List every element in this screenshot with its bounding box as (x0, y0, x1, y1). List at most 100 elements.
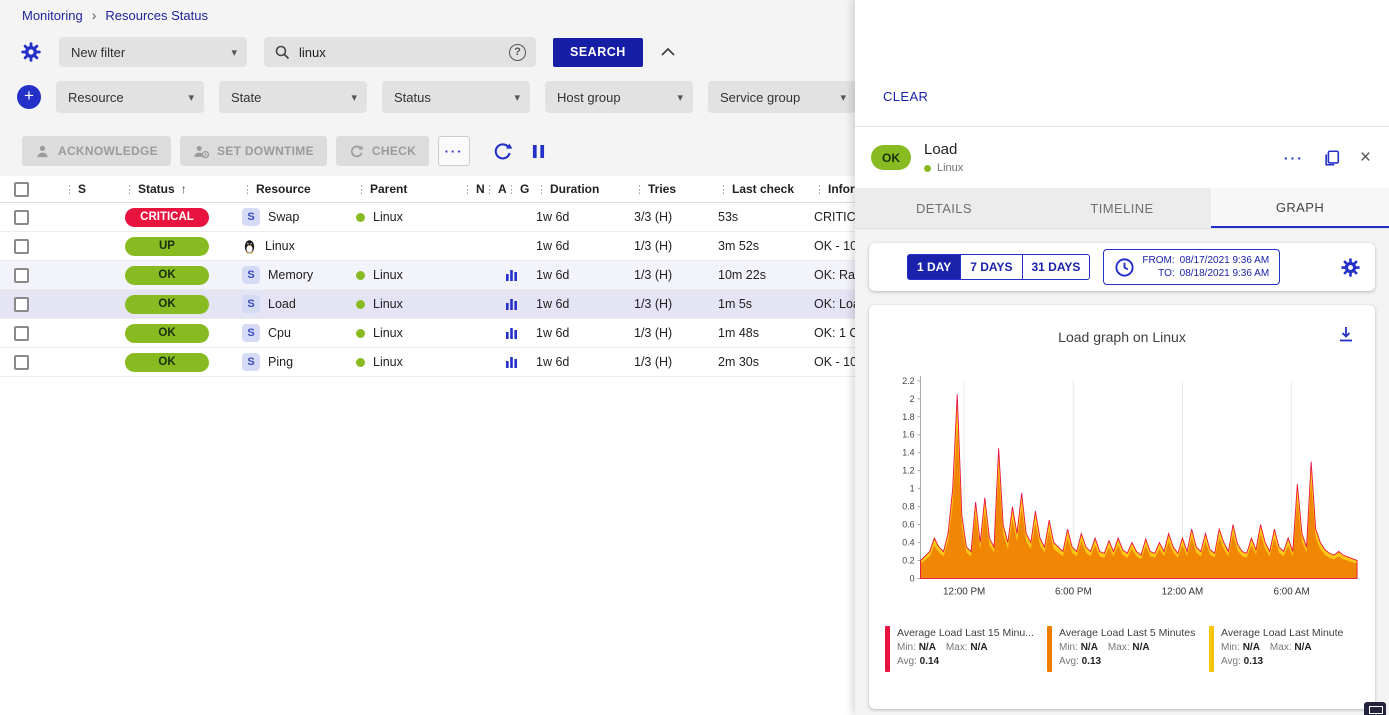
resource-name: Ping (268, 355, 293, 369)
svg-text:0.8: 0.8 (902, 502, 914, 512)
panel-tabs: DETAILS TIMELINE GRAPH (855, 188, 1389, 229)
filter-settings-gear-icon[interactable] (20, 41, 42, 63)
search-input[interactable]: linux ? (264, 37, 536, 67)
legend-item-load-1min[interactable]: Average Load Last Minute Min: N/AMax: N/… (1209, 626, 1365, 672)
sort-asc-icon[interactable]: ↑ (181, 182, 187, 196)
graph-icon[interactable] (506, 327, 518, 339)
refresh-icon[interactable] (493, 141, 513, 161)
row-checkbox[interactable] (14, 268, 29, 283)
drag-handle-icon[interactable]: ⋮ (462, 183, 473, 196)
service-icon: S (242, 353, 260, 371)
drag-handle-icon[interactable]: ⋮ (536, 183, 547, 196)
close-icon[interactable]: × (1360, 148, 1371, 167)
information-cell: OK - 10 (814, 239, 855, 253)
column-header-notes[interactable]: ⋮N (462, 182, 484, 196)
column-header-last-check[interactable]: ⋮Last check (718, 182, 814, 196)
graph-icon[interactable] (506, 269, 518, 281)
clear-filters-button[interactable]: CLEAR (883, 89, 928, 104)
pause-icon[interactable] (532, 144, 545, 159)
drag-handle-icon[interactable]: ⋮ (124, 183, 135, 196)
resource-filter-select[interactable]: Resource▾ (56, 81, 204, 113)
table-row-load[interactable]: OK SLoad Linux 1w 6d 1/3 (H) 1m 5s OK: L… (0, 290, 855, 319)
tab-graph[interactable]: GRAPH (1211, 188, 1389, 228)
panel-more-icon[interactable]: ··· (1284, 150, 1304, 166)
more-actions-button[interactable]: ··· (438, 136, 470, 166)
parent-name: Linux (373, 326, 403, 340)
column-header-duration[interactable]: ⋮Duration (536, 182, 634, 196)
host-group-filter-select[interactable]: Host group▾ (545, 81, 693, 113)
drag-handle-icon[interactable]: ⋮ (356, 183, 367, 196)
legend-item-load-5min[interactable]: Average Load Last 5 Minutes Min: N/AMax:… (1047, 626, 1203, 672)
last-check-header-label: Last check (732, 182, 794, 196)
select-all-checkbox[interactable] (14, 182, 29, 197)
row-checkbox[interactable] (14, 297, 29, 312)
column-header-resource[interactable]: ⋮Resource (242, 182, 356, 196)
g-header-label: G (520, 182, 529, 196)
column-header-action[interactable]: ⋮A (484, 182, 506, 196)
legend-item-load-15min[interactable]: Average Load Last 15 Minu... Min: N/AMax… (885, 626, 1041, 672)
drag-handle-icon[interactable]: ⋮ (64, 183, 75, 196)
row-checkbox[interactable] (14, 210, 29, 225)
copy-link-icon[interactable] (1323, 149, 1341, 167)
graph-icon[interactable] (506, 298, 518, 310)
drag-handle-icon[interactable]: ⋮ (506, 183, 517, 196)
period-1-day-button[interactable]: 1 DAY (907, 254, 961, 280)
drag-handle-icon[interactable]: ⋮ (814, 183, 825, 196)
check-button[interactable]: CHECK (336, 136, 429, 166)
period-7-days-button[interactable]: 7 DAYS (960, 254, 1022, 280)
row-checkbox[interactable] (14, 355, 29, 370)
graph-card: Load graph on Linux 12:00 PM6:00 PM12:00… (869, 305, 1375, 709)
collapse-filters-chevron-icon[interactable] (660, 47, 676, 57)
svg-text:0.2: 0.2 (902, 555, 914, 565)
status-badge: UP (125, 237, 209, 256)
status-filter-select[interactable]: Status▾ (382, 81, 530, 113)
column-header-tries[interactable]: ⋮Tries (634, 182, 718, 196)
column-header-status[interactable]: ⋮Status↑ (120, 182, 242, 196)
search-icon (274, 44, 290, 60)
drag-handle-icon[interactable]: ⋮ (634, 183, 645, 196)
saved-filter-select[interactable]: New filter ▾ (59, 37, 247, 67)
column-header-graph[interactable]: ⋮G (506, 182, 536, 196)
table-row-cpu[interactable]: OK SCpu Linux 1w 6d 1/3 (H) 1m 48s OK: 1… (0, 319, 855, 348)
saved-filter-value: New filter (71, 45, 125, 60)
time-range-picker[interactable]: FROM:08/17/2021 9:36 AM TO:08/18/2021 9:… (1103, 249, 1280, 285)
export-graph-icon[interactable] (1337, 325, 1355, 343)
last-check-cell: 10m 22s (718, 268, 814, 282)
legend-label: Average Load Last Minute (1221, 627, 1343, 639)
state-filter-select[interactable]: State▾ (219, 81, 367, 113)
row-checkbox[interactable] (14, 326, 29, 341)
parent-name: Linux (373, 297, 403, 311)
feedback-widget-icon[interactable] (1364, 702, 1386, 715)
table-row-swap[interactable]: CRITICAL SSwap Linux 1w 6d 3/3 (H) 53s C… (0, 203, 855, 232)
column-header-state[interactable]: ⋮S (50, 182, 120, 196)
set-downtime-button[interactable]: SET DOWNTIME (180, 136, 327, 166)
column-header-information[interactable]: ⋮Information (814, 182, 855, 196)
period-31-days-button[interactable]: 31 DAYS (1022, 254, 1091, 280)
service-icon: S (242, 266, 260, 284)
resource-name: Load (268, 297, 296, 311)
search-help-icon[interactable]: ? (509, 44, 526, 61)
table-row-linux-host[interactable]: UP Linux 1w 6d 1/3 (H) 3m 52s OK - 10 (0, 232, 855, 261)
tab-timeline[interactable]: TIMELINE (1033, 188, 1211, 228)
service-icon: S (242, 208, 260, 226)
panel-content: 1 DAY 7 DAYS 31 DAYS FROM:08/17/2021 9:3… (855, 229, 1389, 715)
load-area-chart[interactable]: 12:00 PM6:00 PM12:00 AM6:00 AM00.20.40.6… (879, 369, 1365, 618)
acknowledge-button[interactable]: ACKNOWLEDGE (22, 136, 171, 166)
information-cell: OK: Loa (814, 297, 855, 311)
legend-label: Average Load Last 15 Minu... (897, 627, 1034, 639)
table-row-memory[interactable]: OK SMemory Linux 1w 6d 1/3 (H) 10m 22s O… (0, 261, 855, 290)
row-checkbox[interactable] (14, 239, 29, 254)
drag-handle-icon[interactable]: ⋮ (484, 183, 495, 196)
add-criteria-button[interactable]: + (17, 85, 41, 109)
graph-settings-gear-icon[interactable] (1340, 257, 1361, 278)
graph-icon[interactable] (506, 356, 518, 368)
search-button[interactable]: SEARCH (553, 38, 643, 67)
breadcrumb-monitoring[interactable]: Monitoring (22, 8, 83, 23)
service-group-filter-select[interactable]: Service group▾ (708, 81, 856, 113)
breadcrumb-resources-status[interactable]: Resources Status (105, 8, 208, 23)
drag-handle-icon[interactable]: ⋮ (718, 183, 729, 196)
drag-handle-icon[interactable]: ⋮ (242, 183, 253, 196)
column-header-parent[interactable]: ⋮Parent (356, 182, 462, 196)
tab-details[interactable]: DETAILS (855, 188, 1033, 228)
table-row-ping[interactable]: OK SPing Linux 1w 6d 1/3 (H) 2m 30s OK -… (0, 348, 855, 377)
